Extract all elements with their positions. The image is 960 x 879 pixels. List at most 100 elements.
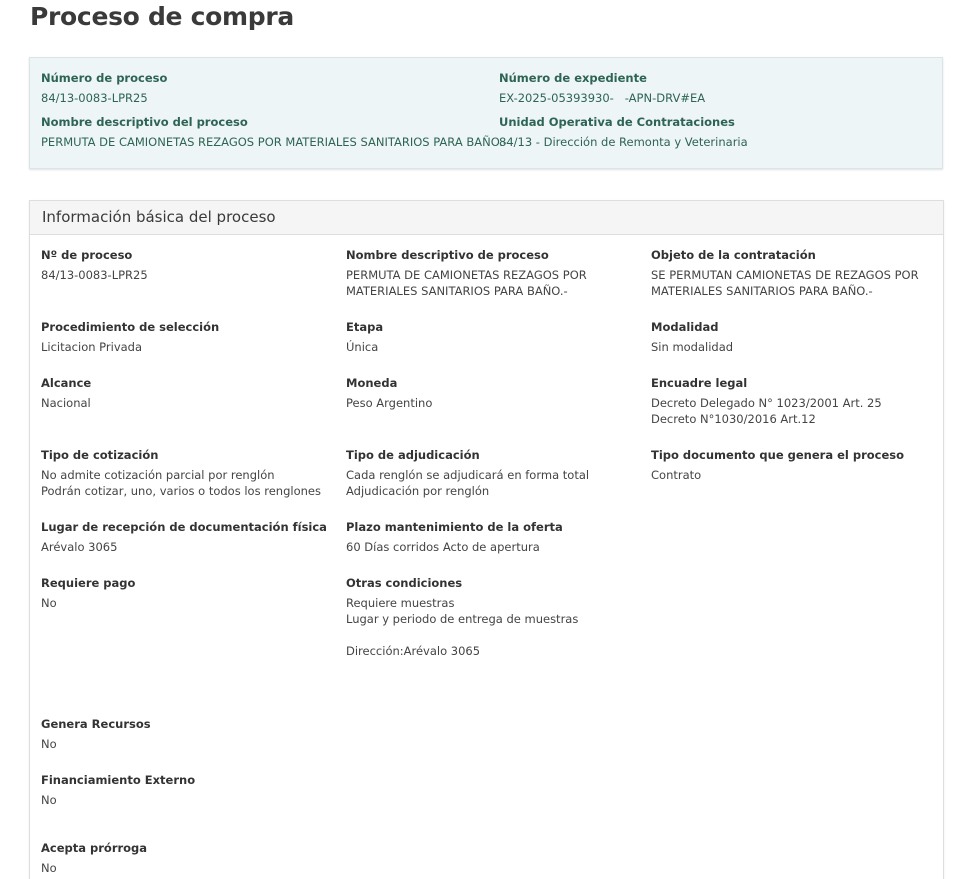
- field-value-line: No: [41, 737, 57, 751]
- field-value: PERMUTA DE CAMIONETAS REZAGOS POR MATERIA…: [346, 267, 636, 299]
- summary-unidad-operativa: Unidad Operativa de Contrataciones 84/13…: [499, 114, 748, 150]
- field-value-line: No admite cotización parcial por renglón: [41, 468, 275, 482]
- field-value: No admite cotización parcial por renglón…: [41, 467, 331, 499]
- field-plazo-mantenimiento: Plazo mantenimiento de la oferta 60 Días…: [346, 519, 636, 555]
- field-label: Lugar de recepción de documentación físi…: [41, 520, 327, 534]
- field-encuadre-legal: Encuadre legal Decreto Delegado N° 1023/…: [651, 375, 941, 427]
- field-value: Contrato: [651, 467, 941, 483]
- field-value-line: SE PERMUTAN CAMIONETAS DE REZAGOS POR: [651, 268, 919, 282]
- field-value-line: Licitacion Privada: [41, 340, 143, 354]
- field-lugar-recepcion: Lugar de recepción de documentación físi…: [41, 519, 331, 555]
- field-label: Tipo documento que genera el proceso: [651, 448, 905, 462]
- field-value-line: Lugar y periodo de entrega de muestras: [346, 612, 579, 626]
- summary-numero-proceso: Número de proceso 84/13-0083-LPR25: [41, 70, 167, 106]
- field-value-line: Adjudicación por renglón: [346, 484, 490, 498]
- field-value-line: Requiere muestras: [346, 596, 455, 610]
- field-value-line: Única: [346, 340, 379, 354]
- field-label: Nº de proceso: [41, 248, 133, 262]
- field-tipo-documento: Tipo documento que genera el proceso Con…: [651, 447, 941, 483]
- field-value: No: [41, 860, 331, 876]
- field-value: Requiere muestras Lugar y periodo de entr…: [346, 595, 636, 659]
- field-value-line: [346, 627, 636, 643]
- field-value-line: Dirección:Arévalo 3065: [346, 644, 481, 658]
- field-value-line: Nacional: [41, 396, 91, 410]
- field-label: Modalidad: [651, 320, 719, 334]
- field-value-line: 60 Días corridos Acto de apertura: [346, 540, 540, 554]
- field-label: Tipo de adjudicación: [346, 448, 480, 462]
- field-moneda: Moneda Peso Argentino: [346, 375, 636, 411]
- summary-label: Nombre descriptivo del proceso: [41, 115, 248, 129]
- field-value: Peso Argentino: [346, 395, 636, 411]
- field-value: 60 Días corridos Acto de apertura: [346, 539, 636, 555]
- page: Proceso de compra Número de proceso 84/1…: [0, 0, 960, 879]
- field-acepta-prorroga: Acepta prórroga No: [41, 840, 331, 876]
- process-summary-panel: Número de proceso 84/13-0083-LPR25 Númer…: [29, 57, 943, 169]
- field-label: Requiere pago: [41, 576, 136, 590]
- field-value: Licitacion Privada: [41, 339, 331, 355]
- field-value-line: Sin modalidad: [651, 340, 734, 354]
- field-label: Financiamiento Externo: [41, 773, 196, 787]
- summary-label: Unidad Operativa de Contrataciones: [499, 115, 735, 129]
- field-nro-proceso: Nº de proceso 84/13-0083-LPR25: [41, 247, 331, 283]
- field-value: Única: [346, 339, 636, 355]
- field-label: Acepta prórroga: [41, 841, 148, 855]
- field-value-line: No: [41, 861, 57, 875]
- field-value-line: Contrato: [651, 468, 702, 482]
- basic-info-panel: Información básica del proceso Nº de pro…: [29, 200, 944, 879]
- field-tipo-cotizacion: Tipo de cotización No admite cotización …: [41, 447, 331, 499]
- summary-label: Número de expediente: [499, 71, 647, 85]
- field-value-line: Decreto N°1030/2016 Art.12: [651, 412, 816, 426]
- field-nombre-descriptivo: Nombre descriptivo de proceso PERMUTA DE…: [346, 247, 636, 299]
- field-value: No: [41, 736, 331, 752]
- field-modalidad: Modalidad Sin modalidad: [651, 319, 941, 355]
- field-otras-condiciones: Otras condiciones Requiere muestras Lugar…: [346, 575, 636, 659]
- field-value: Cada renglón se adjudicará en forma tota…: [346, 467, 636, 499]
- field-value: Nacional: [41, 395, 331, 411]
- field-value: 84/13-0083-LPR25: [41, 267, 331, 283]
- basic-info-title: Información básica del proceso: [42, 208, 276, 226]
- field-label: Nombre descriptivo de proceso: [346, 248, 549, 262]
- field-label: Alcance: [41, 376, 92, 390]
- field-label: Procedimiento de selección: [41, 320, 220, 334]
- field-value-line: Peso Argentino: [346, 396, 433, 410]
- field-value-line: Podrán cotizar, uno, varios o todos los …: [41, 484, 321, 498]
- field-value-line: No: [41, 596, 57, 610]
- field-value-line: PERMUTA DE CAMIONETAS REZAGOS POR: [346, 268, 587, 282]
- field-label: Objeto de la contratación: [651, 248, 816, 262]
- field-value: Sin modalidad: [651, 339, 941, 355]
- field-value-line: No: [41, 793, 57, 807]
- field-genera-recursos: Genera Recursos No: [41, 716, 331, 752]
- field-label: Etapa: [346, 320, 384, 334]
- field-financiamiento-externo: Financiamiento Externo No: [41, 772, 331, 808]
- summary-numero-expediente: Número de expediente EX-2025-05393930- -…: [499, 70, 705, 106]
- summary-nombre-descriptivo: Nombre descriptivo del proceso PERMUTA D…: [41, 114, 507, 150]
- field-label: Encuadre legal: [651, 376, 748, 390]
- summary-value: 84/13-0083-LPR25: [41, 91, 148, 105]
- basic-info-header: Información básica del proceso: [30, 201, 943, 235]
- field-etapa: Etapa Única: [346, 319, 636, 355]
- summary-value: 84/13 - Dirección de Remonta y Veterinar…: [499, 135, 748, 149]
- field-label: Tipo de cotización: [41, 448, 159, 462]
- field-value-line: MATERIALES SANITARIOS PARA BAÑO.-: [651, 284, 873, 298]
- field-requiere-pago: Requiere pago No: [41, 575, 331, 611]
- field-label: Otras condiciones: [346, 576, 463, 590]
- field-alcance: Alcance Nacional: [41, 375, 331, 411]
- field-value: SE PERMUTAN CAMIONETAS DE REZAGOS POR MAT…: [651, 267, 941, 299]
- field-tipo-adjudicacion: Tipo de adjudicación Cada renglón se adj…: [346, 447, 636, 499]
- field-label: Genera Recursos: [41, 717, 151, 731]
- summary-value: EX-2025-05393930- -APN-DRV#EA: [499, 91, 706, 105]
- page-title: Proceso de compra: [30, 2, 294, 31]
- field-value-line: Cada renglón se adjudicará en forma tota…: [346, 468, 590, 482]
- summary-value: PERMUTA DE CAMIONETAS REZAGOS POR MATERI…: [41, 135, 508, 149]
- field-value: Decreto Delegado N° 1023/2001 Art. 25 Dec…: [651, 395, 941, 427]
- field-value-line: Decreto Delegado N° 1023/2001 Art. 25: [651, 396, 882, 410]
- field-value: Arévalo 3065: [41, 539, 331, 555]
- field-label: Plazo mantenimiento de la oferta: [346, 520, 563, 534]
- field-label: Moneda: [346, 376, 398, 390]
- field-value-line: 84/13-0083-LPR25: [41, 268, 148, 282]
- field-value-line: MATERIALES SANITARIOS PARA BAÑO.-: [346, 284, 568, 298]
- field-procedimiento-seleccion: Procedimiento de selección Licitacion Pr…: [41, 319, 331, 355]
- field-objeto-contratacion: Objeto de la contratación SE PERMUTAN CA…: [651, 247, 941, 299]
- field-value: No: [41, 595, 331, 611]
- field-value-line: Arévalo 3065: [41, 540, 118, 554]
